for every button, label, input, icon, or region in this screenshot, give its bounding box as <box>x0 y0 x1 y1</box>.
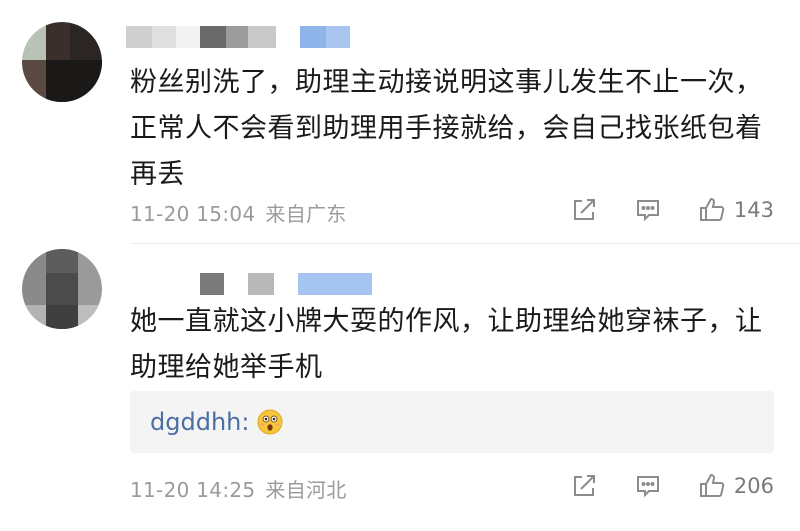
comment-icon[interactable] <box>634 472 662 500</box>
comment-item: 她一直就这小牌大耍的作风，让助理给她穿袜子，让助理给她举手机 dgddhh: 1… <box>0 245 800 531</box>
comment-meta: 11-20 14:25 来自河北 <box>130 474 347 503</box>
avatar[interactable] <box>22 249 102 329</box>
comment-text: 粉丝别洗了，助理主动接说明这事儿发生不止一次，正常人不会看到助理用手接就给，会自… <box>130 67 763 190</box>
comment-icon[interactable] <box>634 196 662 224</box>
comment-actions: 206 <box>570 472 774 500</box>
username-blurred[interactable] <box>200 273 372 295</box>
share-icon[interactable] <box>570 472 598 500</box>
comment-location: 来自广东 <box>265 202 347 226</box>
avatar[interactable] <box>22 22 102 102</box>
like-button[interactable]: 206 <box>698 472 774 500</box>
comment-meta: 11-20 15:04 来自广东 <box>130 198 347 227</box>
thumbs-up-icon <box>699 197 725 221</box>
thumbs-up-icon <box>699 473 725 497</box>
username-blurred[interactable] <box>126 26 350 48</box>
like-button[interactable]: 143 <box>698 196 774 224</box>
comment-actions: 143 <box>570 196 774 224</box>
reply-colon: : <box>241 408 250 436</box>
share-icon[interactable] <box>570 196 598 224</box>
divider <box>130 243 800 244</box>
like-count: 143 <box>733 198 774 222</box>
comment-text: 她一直就这小牌大耍的作风，让助理给她穿袜子，让助理给她举手机 <box>130 306 763 383</box>
reply-preview[interactable]: dgddhh: <box>130 391 774 453</box>
comment-time: 11-20 15:04 <box>130 202 256 226</box>
comment-time: 11-20 14:25 <box>130 478 256 502</box>
astonished-face-emoji <box>257 409 283 435</box>
reply-username[interactable]: dgddhh <box>150 408 241 436</box>
comment-item: 粉丝别洗了，助理主动接说明这事儿发生不止一次，正常人不会看到助理用手接就给，会自… <box>0 0 800 245</box>
comment-location: 来自河北 <box>265 478 347 502</box>
like-count: 206 <box>733 474 774 498</box>
